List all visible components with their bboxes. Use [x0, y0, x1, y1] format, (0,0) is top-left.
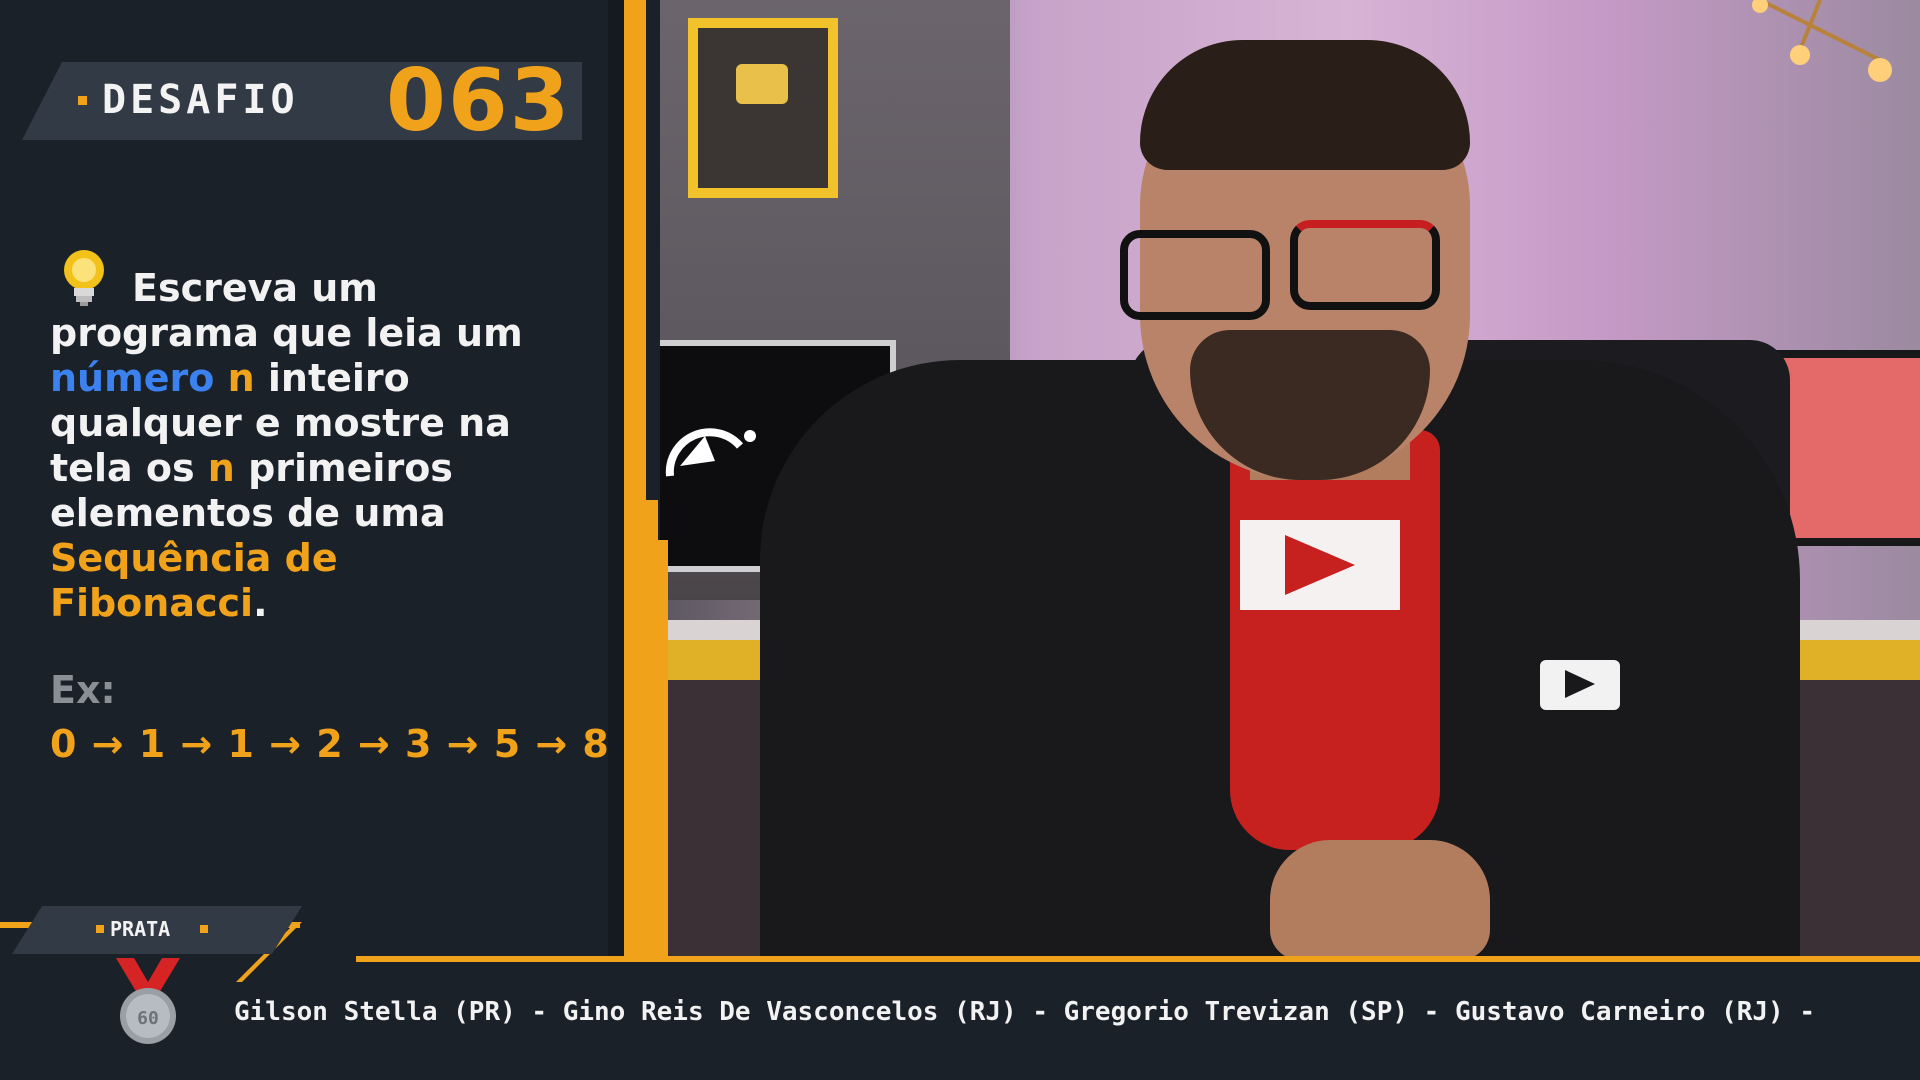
challenge-description: Escreva um programa que leia um número n… [50, 266, 610, 626]
highlight-fibonacci: Sequência de [50, 536, 338, 580]
youtube-award-plaque [688, 18, 838, 198]
monitor-logo-icon [665, 428, 756, 477]
panel-edge [608, 0, 624, 960]
description-text: inteiro [267, 356, 410, 400]
medal-number: 60 [137, 1008, 159, 1029]
description-line: qualquer e mostre na [50, 401, 610, 446]
description-line: programa que leia um [50, 311, 610, 356]
description-text: . [253, 581, 268, 625]
presenter-hand [1270, 840, 1490, 960]
tier-label: PRATA [110, 917, 171, 941]
glasses-left-lens [1120, 230, 1270, 320]
description-line: Escreva um [50, 266, 610, 311]
highlight-n: n [227, 356, 255, 400]
video-frame [650, 0, 1920, 960]
description-text: programa que leia um [50, 311, 523, 355]
bar-accent-line [356, 956, 1920, 962]
highlight-fibonacci: Fibonacci [50, 581, 254, 625]
panel-border-step [646, 500, 658, 960]
description-text: Escreva um [132, 266, 378, 310]
supporters-ticker: Gilson Stella (PR) - Gino Reis De Vascon… [234, 997, 1815, 1027]
challenge-label: DESAFIO [102, 77, 299, 123]
description-text: qualquer e mostre na [50, 401, 511, 445]
description-line: tela os n primeiros [50, 446, 610, 491]
description-text: tela os [50, 446, 195, 490]
description-line: Fibonacci. [50, 581, 610, 626]
header-bullet [78, 96, 87, 105]
ceiling-lamp-icon [1752, 0, 1892, 82]
description-line: elementos de uma [50, 491, 610, 536]
panel-border-step [658, 540, 668, 960]
description-text: elementos de uma [50, 491, 446, 535]
glasses-right-lens [1290, 220, 1440, 310]
panel-border [624, 0, 646, 960]
presenter-shirt [1230, 430, 1440, 850]
tier-bullet [200, 925, 208, 933]
hoodie-play-icon [1565, 670, 1595, 698]
highlight-n: n [207, 446, 235, 490]
tier-bullet [96, 925, 104, 933]
shirt-play-icon [1285, 535, 1355, 595]
example-sequence: 0 → 1 → 1 → 2 → 3 → 5 → 8 [50, 722, 609, 766]
play-button-award [736, 64, 788, 104]
description-line: número n inteiro [50, 356, 610, 401]
description-line: Sequência de [50, 536, 610, 581]
medal-icon: 60 [116, 958, 180, 1044]
highlight-numero: número [50, 356, 215, 400]
example-label: Ex: [50, 668, 116, 712]
description-text: primeiros [248, 446, 453, 490]
challenge-number: 063 [386, 51, 572, 151]
presenter-hair [1140, 40, 1470, 170]
